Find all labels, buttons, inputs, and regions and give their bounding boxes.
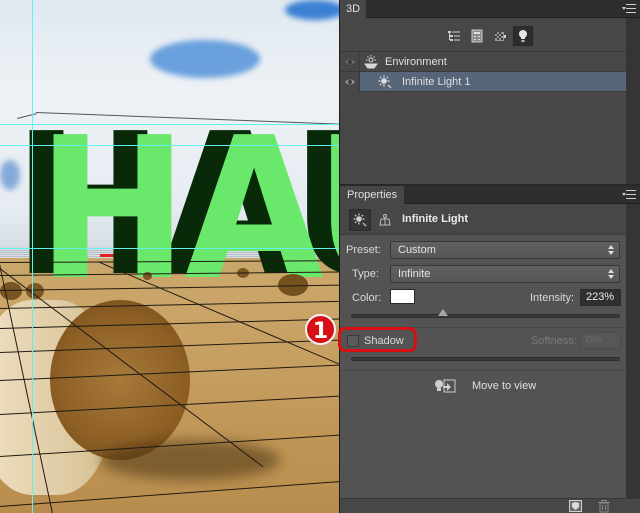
coordinates-button[interactable] bbox=[374, 209, 396, 231]
tab-3d[interactable]: 3D bbox=[340, 0, 368, 18]
shadow-highlight-annotation bbox=[338, 327, 417, 352]
move-to-view-button[interactable]: Move to view bbox=[434, 378, 554, 396]
layer-row-infinite-light[interactable]: Infinite Light 1 bbox=[340, 72, 626, 92]
light-color-swatch[interactable] bbox=[390, 289, 415, 304]
softness-input: 0% bbox=[580, 332, 621, 349]
move-to-view-icon bbox=[435, 379, 456, 393]
intensity-label: Intensity: bbox=[530, 292, 575, 304]
eye-icon bbox=[344, 59, 355, 65]
document-canvas[interactable]: HAU HAU bbox=[0, 0, 339, 513]
dropdown-arrows-icon bbox=[608, 269, 614, 279]
3d-panel-tabbar: 3D bbox=[340, 0, 640, 18]
sky-blue-patch bbox=[285, 0, 339, 20]
coordinates-icon bbox=[379, 214, 391, 226]
materials-icon bbox=[495, 32, 506, 41]
intensity-input[interactable]: 223% bbox=[580, 289, 621, 306]
visibility-toggle[interactable] bbox=[340, 72, 360, 92]
infinite-light-icon bbox=[378, 75, 392, 89]
softness-label: Softness: bbox=[531, 335, 577, 347]
guide-horizontal[interactable] bbox=[0, 124, 339, 125]
preset-label: Preset: bbox=[346, 244, 381, 256]
lights-icon bbox=[519, 30, 527, 42]
guide-horizontal[interactable] bbox=[0, 145, 339, 146]
preset-dropdown[interactable]: Custom bbox=[390, 241, 620, 259]
softness-slider bbox=[351, 357, 620, 361]
dropdown-arrows-icon bbox=[608, 245, 614, 255]
filter-meshes-button[interactable] bbox=[467, 26, 487, 46]
layer-label: Infinite Light 1 bbox=[402, 76, 471, 88]
environment-icon bbox=[364, 55, 378, 69]
guide-horizontal[interactable] bbox=[0, 248, 339, 249]
move-to-view-label: Move to view bbox=[472, 380, 537, 392]
filter-lights-button[interactable] bbox=[513, 26, 533, 46]
panel-dock: 3D Environment Infinite Light 1 Properti… bbox=[339, 0, 640, 513]
step-number-badge: 1 bbox=[305, 314, 336, 345]
eye-icon bbox=[344, 79, 355, 85]
render-button[interactable] bbox=[569, 500, 582, 512]
preset-value: Custom bbox=[398, 244, 436, 256]
panel-menu-icon[interactable] bbox=[622, 3, 636, 15]
properties-bottom-bar bbox=[340, 498, 640, 513]
visibility-toggle[interactable] bbox=[340, 52, 360, 72]
light-properties-button[interactable] bbox=[349, 209, 371, 231]
type-dropdown[interactable]: Infinite bbox=[390, 265, 620, 283]
trash-icon[interactable] bbox=[598, 500, 610, 513]
filter-whole-scene-button[interactable] bbox=[444, 26, 464, 46]
properties-title: Infinite Light bbox=[402, 213, 468, 225]
render-icon bbox=[572, 502, 579, 510]
type-label: Type: bbox=[352, 268, 379, 280]
3d-panel-scrollbar[interactable] bbox=[626, 18, 640, 184]
panel-menu-icon[interactable] bbox=[622, 189, 636, 201]
filter-materials-button[interactable] bbox=[490, 26, 510, 46]
color-label: Color: bbox=[352, 292, 382, 304]
guide-vertical[interactable] bbox=[32, 0, 33, 513]
3d-filter-toolbar bbox=[340, 18, 626, 52]
properties-panel-scrollbar[interactable] bbox=[626, 204, 640, 498]
divider bbox=[340, 370, 626, 371]
meshes-icon bbox=[471, 29, 483, 43]
layer-label: Environment bbox=[385, 56, 447, 68]
tab-properties[interactable]: Properties bbox=[340, 186, 406, 204]
layer-row-environment[interactable]: Environment bbox=[340, 52, 626, 72]
intensity-slider[interactable] bbox=[351, 309, 620, 318]
type-value: Infinite bbox=[398, 268, 431, 280]
properties-header: Infinite Light bbox=[340, 204, 626, 235]
3d-panel-body: Environment Infinite Light 1 bbox=[340, 18, 626, 184]
infinite-light-icon bbox=[353, 213, 367, 227]
3d-panel: 3D Environment Infinite Light 1 bbox=[340, 0, 640, 184]
intensity-slider-thumb[interactable] bbox=[437, 309, 448, 316]
whole-scene-icon bbox=[448, 30, 460, 41]
sky-blue-patch bbox=[150, 40, 260, 78]
properties-panel-tabbar: Properties bbox=[340, 186, 640, 204]
